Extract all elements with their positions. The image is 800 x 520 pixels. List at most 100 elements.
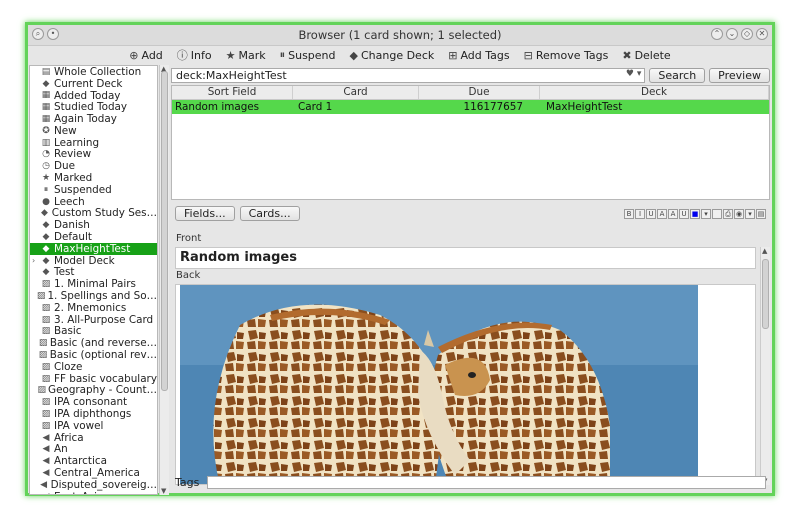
maximize-icon[interactable]: ◇ xyxy=(741,28,753,40)
sidebar-item[interactable]: ▨ IPA consonant xyxy=(30,396,157,408)
editor-scroll-thumb[interactable] xyxy=(762,259,769,329)
search-history-dropdown-icon[interactable]: ♥ ▾ xyxy=(626,69,641,79)
format-button[interactable] xyxy=(712,209,722,219)
tags-input[interactable] xyxy=(207,475,766,489)
sidebar-item[interactable]: ⏸ Suspended xyxy=(30,184,157,196)
search-button[interactable]: Search xyxy=(649,67,706,83)
column-header-card[interactable]: Card xyxy=(293,86,419,99)
sidebar-item[interactable]: ◆ Danish xyxy=(30,219,157,231)
editor-scrollbar[interactable]: ▲ ▼ xyxy=(760,247,770,485)
format-button[interactable]: ⎙ xyxy=(723,209,733,219)
format-button[interactable]: ▾ xyxy=(745,209,755,219)
sidebar-item[interactable]: ◀ Antarctica xyxy=(30,455,157,467)
sidebar-item[interactable]: ◆ Default xyxy=(30,231,157,243)
sidebar-item-label: Danish xyxy=(54,219,90,232)
sidebar-item[interactable]: ▨ Basic (and reverse… xyxy=(30,337,157,349)
sidebar-item-label: IPA vowel xyxy=(54,419,104,432)
sidebar-item-label: 3. All-Purpose Card xyxy=(54,313,154,326)
format-button[interactable]: A xyxy=(657,209,667,219)
info-button[interactable]: ⓘ Info xyxy=(177,47,212,63)
note-type-icon: ▨ xyxy=(38,350,48,361)
sidebar-item[interactable]: ▨ FF basic vocabulary xyxy=(30,373,157,385)
keep-above-icon[interactable]: ⌃ xyxy=(711,28,723,40)
sidebar-scroll-thumb[interactable] xyxy=(161,71,168,391)
sidebar-item[interactable]: ▦ Again Today xyxy=(30,113,157,125)
format-button[interactable]: B xyxy=(624,209,634,219)
note-type-icon: ▨ xyxy=(41,420,51,431)
sidebar-item-label: East_Asia xyxy=(54,491,103,494)
sidebar-item[interactable]: ✪ New xyxy=(30,125,157,137)
sidebar-item[interactable]: ▨ IPA vowel xyxy=(30,420,157,432)
sidebar-item-label: Africa xyxy=(54,431,84,444)
format-button[interactable]: ▤ xyxy=(756,209,766,219)
sidebar-item[interactable]: › ◆ Model Deck xyxy=(30,255,157,267)
sidebar-item-label: Studied Today xyxy=(54,101,128,114)
format-button[interactable]: ▾ xyxy=(701,209,711,219)
sidebar-item[interactable]: ◀ An xyxy=(30,443,157,456)
sidebar-item[interactable]: ◷ Due xyxy=(30,160,157,172)
format-button[interactable]: U xyxy=(646,209,656,219)
minimize-icon[interactable]: ⌄ xyxy=(726,28,738,40)
add-tags-button[interactable]: ⊞ Add Tags xyxy=(448,49,509,62)
sidebar-item[interactable]: ◀ Disputed_sovereig… xyxy=(30,479,157,491)
sidebar-item[interactable]: ▦ Studied Today xyxy=(30,101,157,113)
format-button[interactable]: ■ xyxy=(690,209,700,219)
sidebar-item[interactable]: ▨ 3. All-Purpose Card xyxy=(30,314,157,326)
sidebar-item[interactable]: ◀ Central_America xyxy=(30,467,157,479)
sidebar-item[interactable]: ◆ MaxHeightTest xyxy=(30,243,157,255)
sidebar-item[interactable]: ▨ Geography - Count… xyxy=(30,384,158,396)
sidebar-item[interactable]: ▨ 1. Spellings and So… xyxy=(30,290,157,302)
sidebar-item[interactable]: ◀ Africa xyxy=(30,432,157,444)
back-field[interactable] xyxy=(175,284,756,485)
sidebar-item[interactable]: ▨ Basic xyxy=(30,325,157,337)
suspend-button[interactable]: ⏸ Suspend xyxy=(280,48,336,62)
search-input[interactable]: deck:MaxHeightTest ♥ ▾ xyxy=(171,67,646,83)
sidebar-item[interactable]: ▦ Added Today xyxy=(30,90,157,102)
sidebar-item-label: FF basic vocabulary xyxy=(54,372,157,385)
sidebar-item[interactable]: ◆ Custom Study Ses… xyxy=(30,207,157,219)
format-button[interactable]: A xyxy=(668,209,678,219)
sidebar-item[interactable]: ▤ Whole Collection xyxy=(30,66,157,78)
scroll-up-icon[interactable]: ▲ xyxy=(762,247,767,255)
scroll-down-icon[interactable]: ▼ xyxy=(161,487,166,495)
preview-button[interactable]: Preview xyxy=(709,67,770,83)
sidebar-item[interactable]: ◆ Test xyxy=(30,266,157,278)
format-button[interactable]: U xyxy=(679,209,689,219)
front-field[interactable]: Random images xyxy=(175,247,756,269)
column-header-due[interactable]: Due xyxy=(419,86,540,99)
note-type-icon: ▨ xyxy=(41,279,51,290)
format-button[interactable]: I xyxy=(635,209,645,219)
sidebar-scrollbar[interactable]: ▲ ▼ xyxy=(159,65,169,495)
delete-icon: ✖ xyxy=(622,48,632,62)
sidebar-item[interactable]: ● Leech xyxy=(30,196,157,208)
change-deck-button[interactable]: ◆ Change Deck xyxy=(350,49,435,62)
column-header-deck[interactable]: Deck xyxy=(540,86,769,99)
sidebar-item[interactable]: ▨ 2. Mnemonics xyxy=(30,302,157,314)
sidebar-item[interactable]: ★ Marked xyxy=(30,172,157,184)
sidebar-item-label: Antarctica xyxy=(54,455,107,468)
fields-button[interactable]: Fields... xyxy=(175,206,235,221)
sidebar-item[interactable]: ▨ 1. Minimal Pairs xyxy=(30,278,157,290)
sidebar-item[interactable]: ▥ Learning xyxy=(30,137,157,149)
mark-button[interactable]: ★ Mark xyxy=(226,49,266,62)
add-button[interactable]: ⊕ Add xyxy=(129,49,163,62)
format-button[interactable]: ◉ xyxy=(734,209,744,219)
title-bar: ⌕ • Browser (1 card shown; 1 selected) ⌃… xyxy=(28,25,772,46)
sidebar-item[interactable]: ◀East_Asia xyxy=(30,491,157,494)
sidebar-item[interactable]: ▨ IPA diphthongs xyxy=(30,408,157,420)
column-header-sort-field[interactable]: Sort Field xyxy=(172,86,293,99)
remove-tags-button[interactable]: ⊟ Remove Tags xyxy=(524,49,609,62)
sidebar-item-label: Central_America xyxy=(54,467,140,479)
sidebar-item-label: IPA consonant xyxy=(54,396,128,409)
cards-button[interactable]: Cards... xyxy=(239,206,300,221)
table-row[interactable]: Random images Card 1 116177657 MaxHeight… xyxy=(172,100,769,114)
tag-icon: ◀ xyxy=(42,444,50,455)
sidebar-item-label: An xyxy=(54,443,68,456)
expand-arrow-icon[interactable]: › xyxy=(32,256,40,265)
close-icon[interactable]: ✕ xyxy=(756,28,768,40)
sidebar-item[interactable]: ▨ Cloze xyxy=(30,361,157,373)
sidebar-item[interactable]: ◆ Current Deck xyxy=(30,78,157,90)
sidebar-item[interactable]: ▨ Basic (optional rev… xyxy=(30,349,157,361)
delete-button[interactable]: ✖ Delete xyxy=(622,49,670,62)
sidebar-item[interactable]: ◔ Review xyxy=(30,148,157,160)
